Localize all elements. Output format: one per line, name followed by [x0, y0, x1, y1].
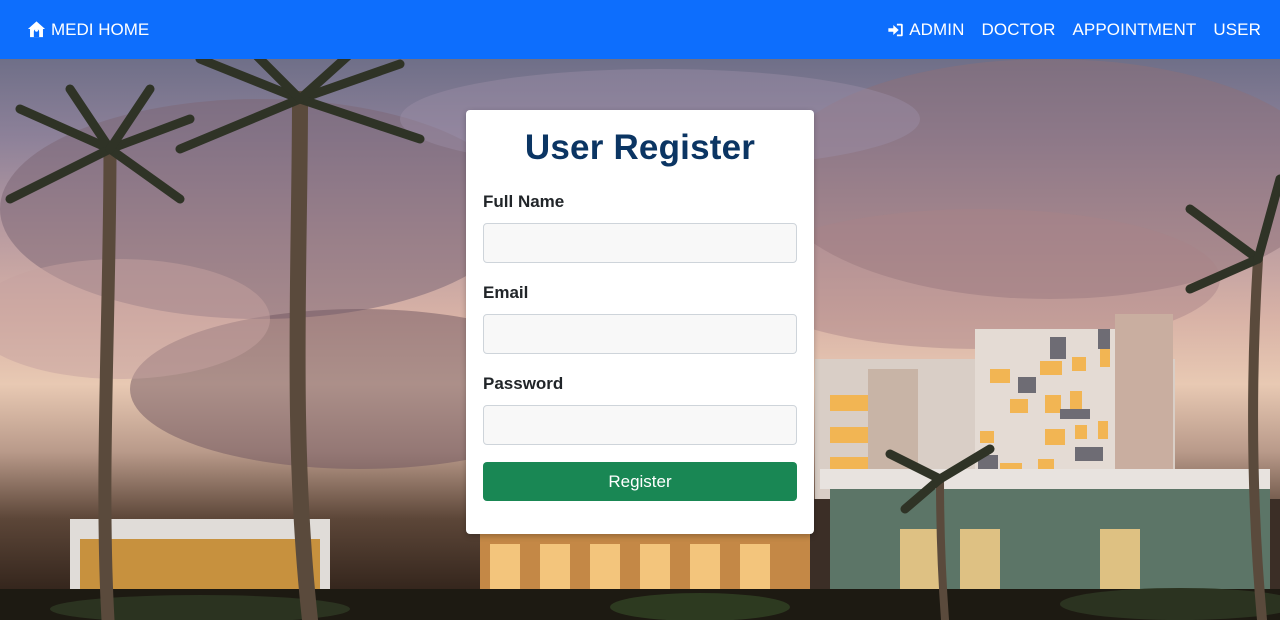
email-input[interactable]	[483, 314, 797, 354]
full-name-input[interactable]	[483, 223, 797, 263]
top-navbar: MEDI HOME ADMIN DOCTOR APPOINTMENT USER	[0, 0, 1280, 59]
nav-link-appointment[interactable]: APPOINTMENT	[1072, 20, 1196, 40]
register-button[interactable]: Register	[483, 462, 797, 501]
full-name-label: Full Name	[483, 192, 565, 211]
brand-link[interactable]: MEDI HOME	[27, 20, 149, 40]
brand-label: MEDI HOME	[51, 19, 150, 39]
password-label: Password	[483, 374, 564, 393]
register-card: User Register Full Name Email Password R…	[466, 110, 814, 534]
nav-links: ADMIN DOCTOR APPOINTMENT USER	[887, 20, 1261, 40]
page-title: User Register	[524, 128, 756, 167]
nav-label-admin: ADMIN	[909, 19, 965, 39]
email-label: Email	[483, 283, 529, 302]
nav-link-doctor[interactable]: DOCTOR	[982, 20, 1056, 40]
home-icon	[27, 21, 46, 38]
nav-link-admin[interactable]: ADMIN	[887, 20, 964, 40]
nav-link-user[interactable]: USER	[1213, 20, 1261, 40]
sign-in-icon	[888, 23, 903, 36]
password-input[interactable]	[483, 405, 797, 445]
